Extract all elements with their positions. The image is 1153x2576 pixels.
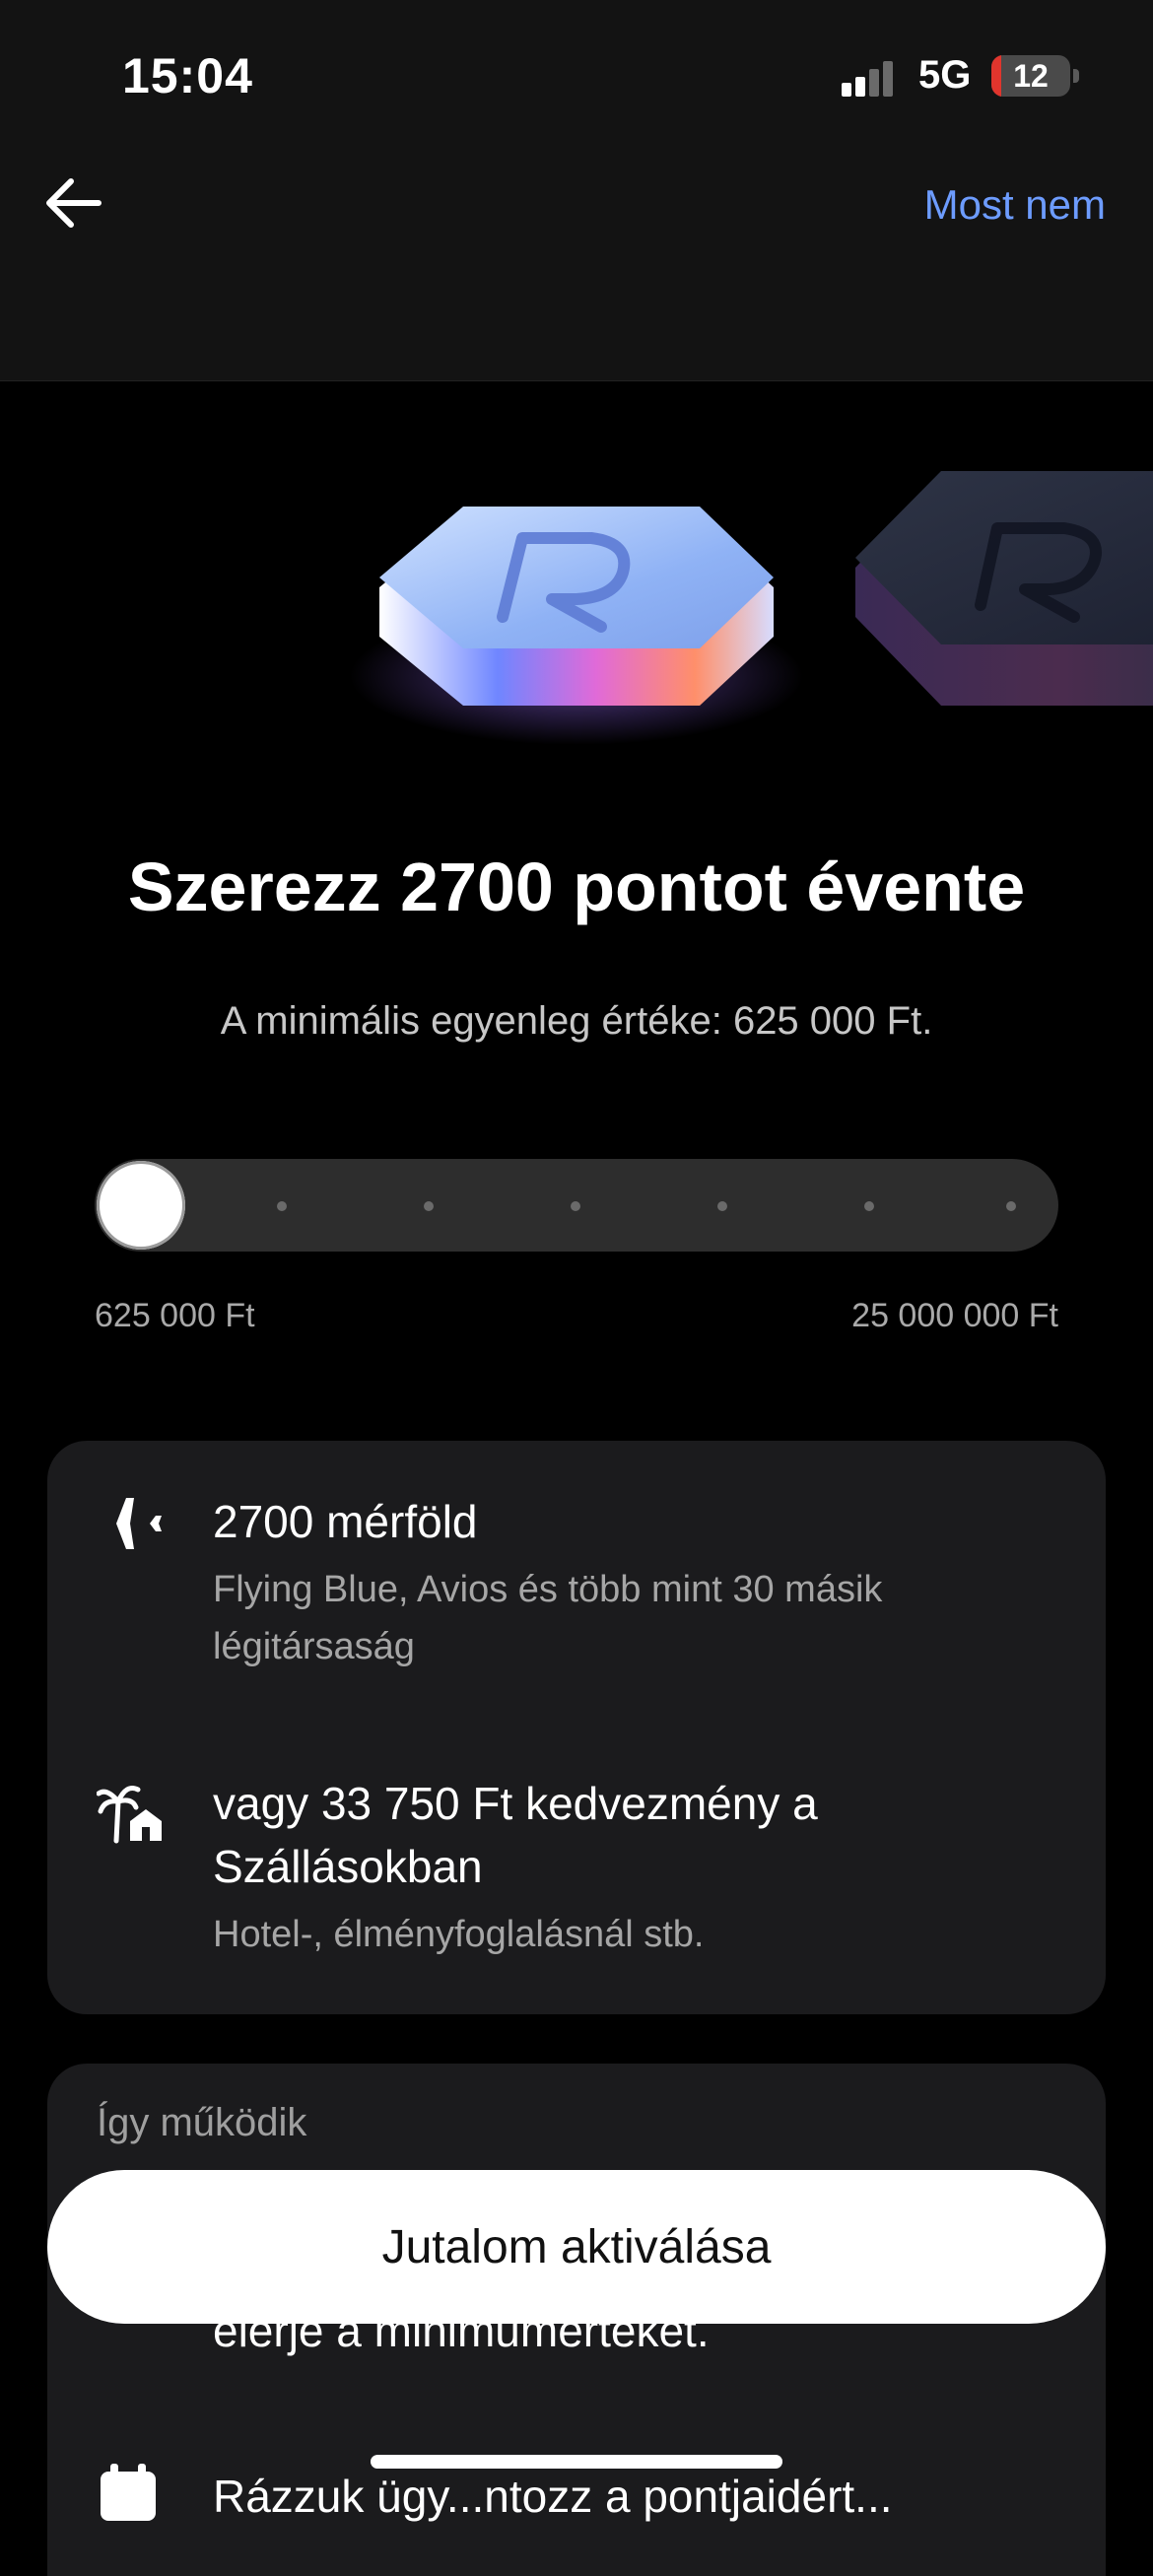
slider-min-label: 625 000 Ft (95, 1297, 255, 1334)
home-indicator[interactable] (371, 2455, 782, 2469)
page-title: Szerezz 2700 pontot évente (127, 848, 1026, 925)
slider-step (1006, 1201, 1016, 1211)
activate-reward-button[interactable]: Jutalom aktiválása (47, 2170, 1106, 2324)
status-time: 15:04 (122, 48, 253, 103)
how-it-works-heading: Így működik (97, 2101, 307, 2144)
benefit-miles-title: 2700 mérföld (213, 1496, 478, 1547)
airplane-icon (101, 1498, 162, 1549)
battery-icon: 12 (991, 55, 1070, 97)
signal-icon (842, 57, 901, 97)
back-arrow-icon[interactable] (39, 171, 110, 235)
benefit-miles-subtitle: Flying Blue, Avios és több mint 30 másik… (213, 1569, 883, 1667)
page-subtitle: A minimális egyenleg értéke: 625 000 Ft. (220, 999, 933, 1043)
battery-cap (1073, 69, 1079, 83)
slider-step (717, 1201, 727, 1211)
status-bar: 15:04 5G 12 (0, 0, 1153, 148)
how-it-works-step-text-2: Rázzuk ügy...ntozz a pontjaidért... (213, 2471, 893, 2522)
battery-level: 12 (1013, 58, 1049, 94)
benefit-stays-subtitle: Hotel-, élményfoglalásnál stb. (213, 1914, 705, 1955)
slider-step (277, 1201, 287, 1211)
slider-step (864, 1201, 874, 1211)
slider-step (424, 1201, 434, 1211)
hotel-icon (97, 1786, 162, 1844)
benefits-card: 2700 mérföld Flying Blue, Avios és több … (47, 1441, 1106, 2014)
slider-step (571, 1201, 580, 1211)
slider-max-label: 25 000 000 Ft (851, 1297, 1058, 1334)
calendar-icon (101, 2464, 156, 2521)
coin-main (379, 507, 774, 706)
dismiss-button[interactable]: Most nem (924, 181, 1106, 229)
nav-bar: Most nem (0, 148, 1153, 381)
reward-coins-illustration (0, 380, 1153, 794)
benefit-stays-title: vagy 33 750 Ft kedvezmény a Szállásokban (213, 1778, 818, 1892)
coin-secondary (855, 471, 1153, 706)
slider-thumb[interactable] (97, 1161, 185, 1250)
network-type: 5G (918, 53, 972, 97)
balance-slider[interactable] (95, 1159, 1058, 1252)
